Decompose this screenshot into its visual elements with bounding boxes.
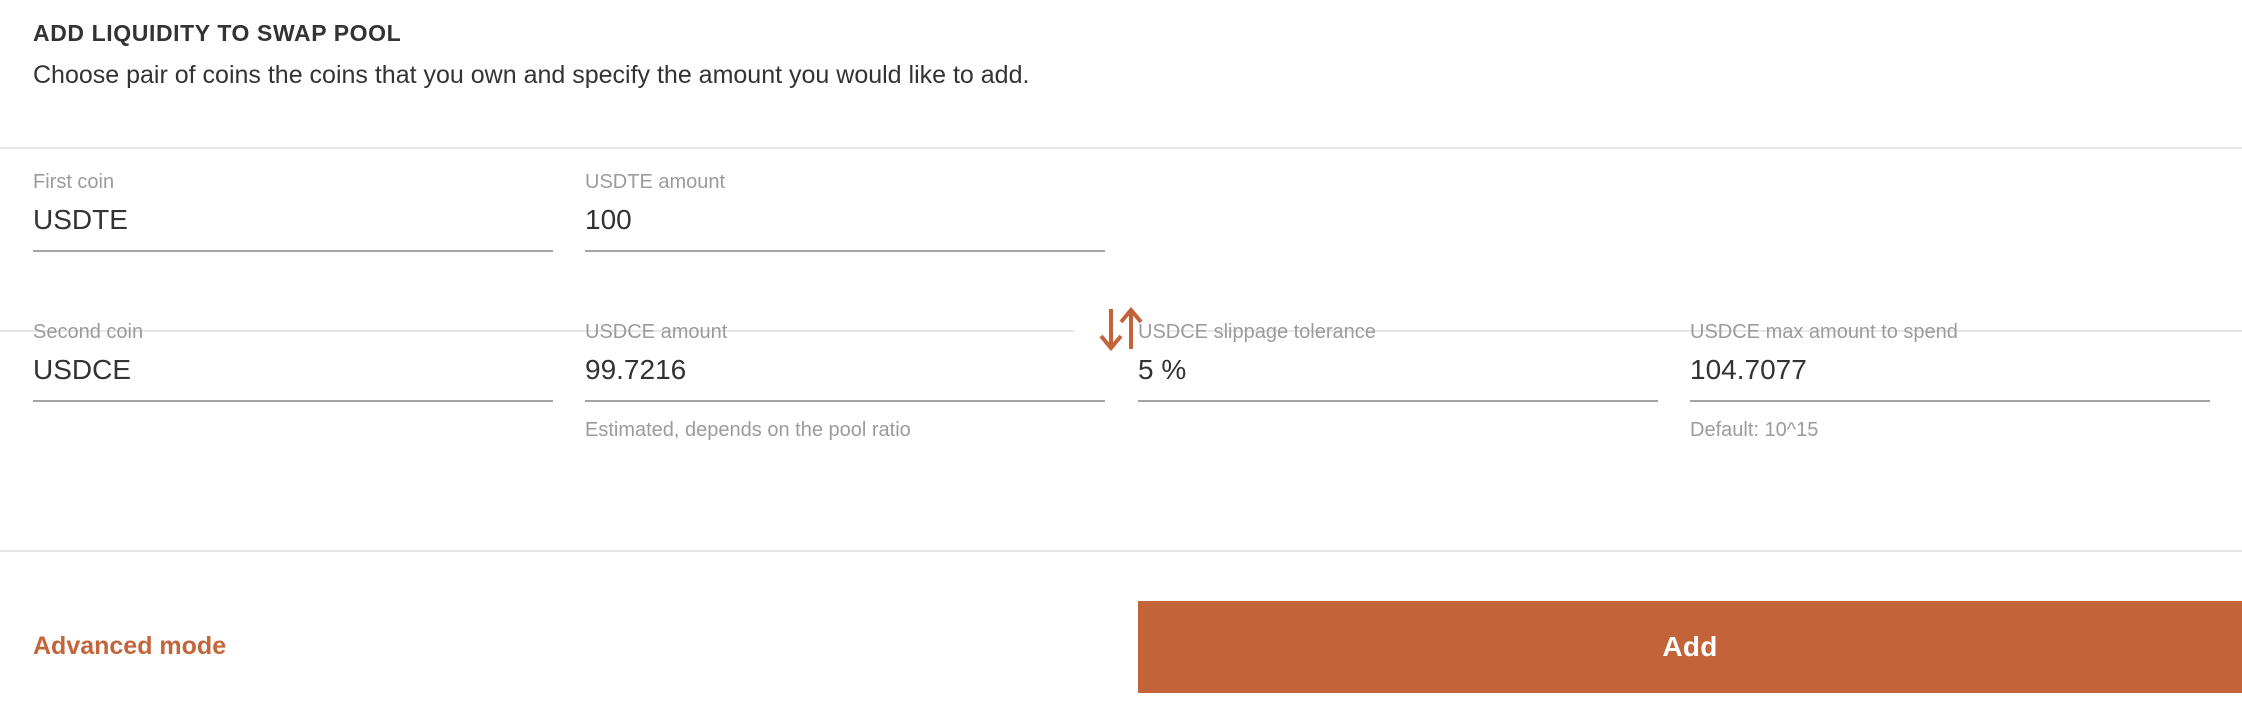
add-button[interactable]: Add (1138, 601, 2242, 693)
field-slippage-tolerance[interactable]: USDCE slippage tolerance 5 % (1138, 320, 1658, 402)
field-second-coin-label: Second coin (33, 321, 144, 343)
advanced-mode-link[interactable]: Advanced mode (33, 630, 226, 662)
field-first-amount-value[interactable]: 100 (585, 194, 1105, 242)
field-first-coin-underline (33, 250, 553, 252)
field-second-amount-label: USDCE amount (585, 321, 728, 343)
field-max-amount-to-spend-label: USDCE max amount to spend (1690, 321, 1958, 343)
first-coin-row: First coin USDTE USDTE amount 100 (0, 170, 2242, 280)
field-max-amount-to-spend[interactable]: USDCE max amount to spend 104.7077 Defau… (1690, 320, 2210, 443)
field-first-amount[interactable]: USDTE amount 100 (585, 170, 1105, 252)
panel-header: ADD LIQUIDITY TO SWAP POOL Choose pair o… (33, 18, 2213, 92)
field-second-amount-value[interactable]: 99.7216 (585, 344, 1105, 392)
field-second-amount[interactable]: USDCE amount 99.7216 Estimated, depends … (585, 320, 1105, 443)
field-second-coin-value[interactable]: USDCE (33, 344, 553, 392)
field-second-coin[interactable]: Second coin USDCE (33, 320, 553, 402)
field-first-amount-label: USDTE amount (585, 171, 726, 193)
field-max-amount-to-spend-helper: Default: 10^15 (1690, 419, 1819, 441)
field-first-coin-label: First coin (33, 171, 115, 193)
field-second-amount-helper: Estimated, depends on the pool ratio (585, 419, 911, 441)
field-second-coin-underline (33, 400, 553, 402)
field-slippage-tolerance-value[interactable]: 5 % (1138, 344, 1658, 392)
page-title: ADD LIQUIDITY TO SWAP POOL (33, 20, 402, 46)
second-coin-row: Second coin USDCE USDCE amount 99.7216 E… (0, 320, 2242, 441)
field-slippage-tolerance-underline (1138, 400, 1658, 402)
field-first-coin-value[interactable]: USDTE (33, 194, 553, 242)
page-subtitle: Choose pair of coins the coins that you … (33, 61, 1030, 89)
field-first-amount-underline (585, 250, 1105, 252)
field-first-coin[interactable]: First coin USDTE (33, 170, 553, 252)
divider-bottom (0, 550, 2242, 552)
add-liquidity-panel: ADD LIQUIDITY TO SWAP POOL Choose pair o… (0, 0, 2242, 710)
divider-top (0, 147, 2242, 149)
field-max-amount-to-spend-value[interactable]: 104.7077 (1690, 344, 2210, 392)
field-slippage-tolerance-label: USDCE slippage tolerance (1138, 321, 1376, 343)
